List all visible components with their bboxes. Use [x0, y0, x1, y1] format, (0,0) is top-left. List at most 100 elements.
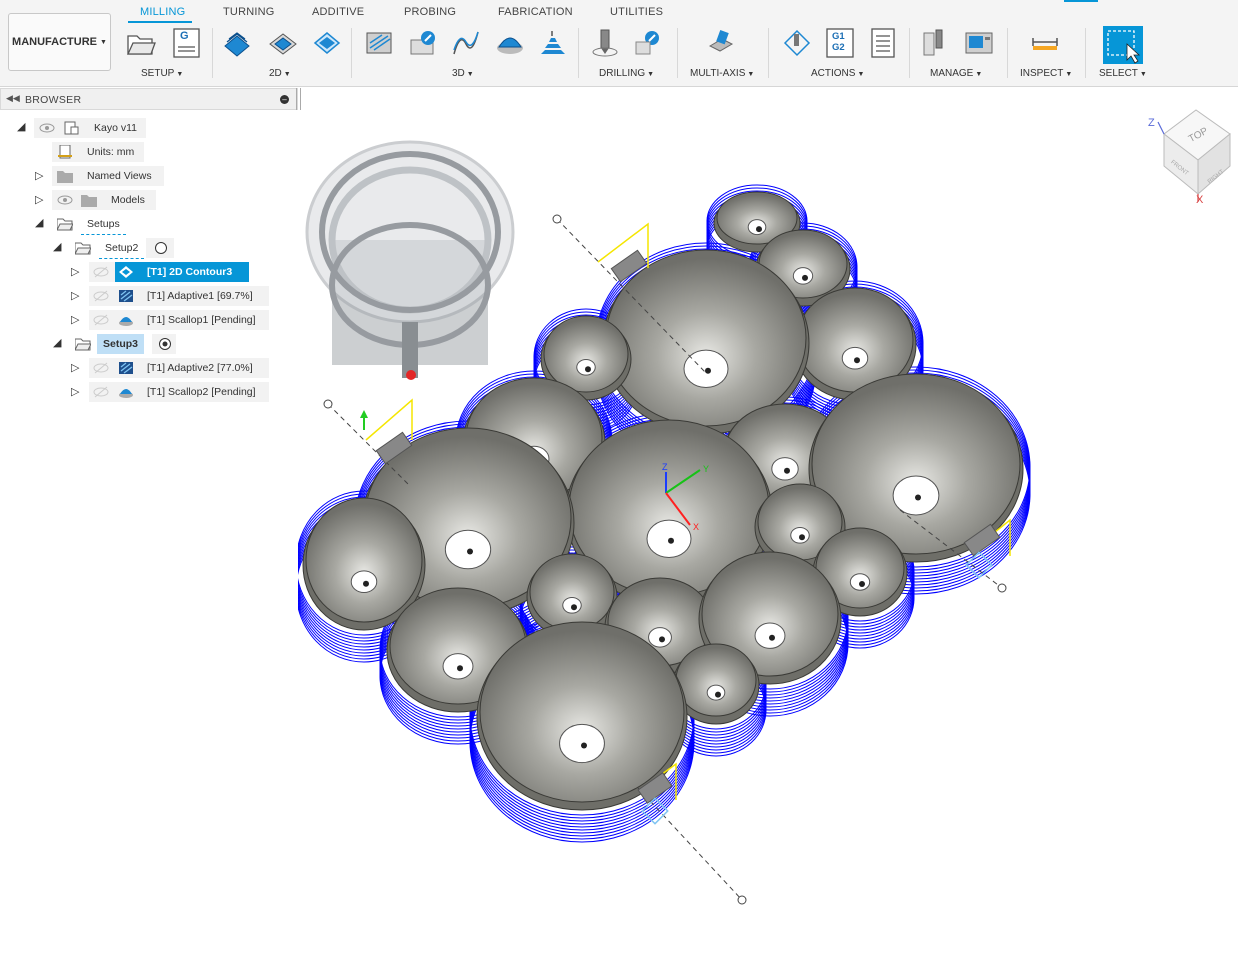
hidden-eye-icon[interactable]: [93, 265, 109, 279]
face-icon[interactable]: [312, 28, 342, 58]
tab-milling[interactable]: MILLING: [140, 6, 185, 18]
tree-op-2d-contour3[interactable]: ▷ [T1] 2D Contour3: [0, 262, 298, 282]
inactive-setup-radio-icon[interactable]: [153, 241, 169, 255]
funnel-body: [529, 553, 615, 631]
tree-units[interactable]: Units: mm: [0, 142, 298, 162]
ribbon-accent-bar: [1064, 0, 1098, 2]
op-label: [T1] Scallop2 [Pending]: [147, 386, 256, 398]
setup-group-label[interactable]: SETUP ▼: [141, 68, 183, 79]
tab-turning[interactable]: TURNING: [223, 6, 275, 18]
funnel-body: [543, 315, 629, 393]
op-label: [T1] Adaptive2 [77.0%]: [147, 362, 253, 374]
toolbar-separator: [909, 28, 910, 78]
parallel-icon[interactable]: [451, 28, 481, 58]
tree-setup3[interactable]: ◢ Setup3: [0, 334, 298, 354]
contour-icon[interactable]: [538, 28, 568, 58]
tree-op-adaptive1[interactable]: ▷ [T1] Adaptive1 [69.7%]: [0, 286, 298, 306]
funnel-center-dot: [363, 580, 369, 587]
minimize-icon[interactable]: –: [280, 95, 289, 104]
tree-root[interactable]: ◢ Kayo v11: [0, 118, 298, 138]
collapsed-triangle-icon[interactable]: ▷: [71, 265, 79, 278]
viewcube-z-axis: Z: [1148, 117, 1155, 129]
hidden-eye-icon[interactable]: [93, 361, 109, 375]
3d-viewport-canvas[interactable]: Y X Z: [298, 86, 1238, 958]
tree-op-scallop1[interactable]: ▷ [T1] Scallop1 [Pending]: [0, 310, 298, 330]
adaptive-op-icon: [119, 290, 133, 302]
triad-z-label: Z: [662, 462, 668, 472]
scallop-icon[interactable]: [495, 28, 525, 58]
collapsed-triangle-icon[interactable]: ▷: [35, 169, 43, 182]
units-document-icon: [58, 145, 72, 159]
hidden-eye-icon[interactable]: [93, 385, 109, 399]
hidden-eye-icon[interactable]: [93, 289, 109, 303]
eye-icon[interactable]: [57, 193, 73, 207]
collapsed-triangle-icon[interactable]: ▷: [71, 289, 79, 302]
adaptive-op-icon: [119, 362, 133, 374]
toolbar-separator: [1007, 28, 1008, 78]
manage-group-label[interactable]: MANAGE ▼: [930, 68, 982, 79]
funnel-body: [305, 497, 423, 623]
2d-pocket-icon[interactable]: [268, 28, 298, 58]
drill-icon[interactable]: [590, 28, 620, 58]
document-icon: [64, 121, 79, 135]
collapsed-triangle-icon[interactable]: ▷: [71, 313, 79, 326]
funnel-center-dot: [769, 634, 775, 641]
viewcube[interactable]: TOP FRONT RIGHT Z X: [1144, 104, 1234, 208]
tab-utilities[interactable]: UTILITIES: [610, 6, 663, 18]
hole-recognition-icon[interactable]: [633, 28, 663, 58]
eye-icon[interactable]: [39, 121, 55, 135]
hidden-eye-icon[interactable]: [93, 313, 109, 327]
funnel-center-dot: [799, 534, 805, 541]
new-setup-folder-icon[interactable]: [126, 28, 156, 58]
workspace-switcher-button[interactable]: MANUFACTURE ▼: [8, 13, 111, 71]
tree-op-adaptive2[interactable]: ▷ [T1] Adaptive2 [77.0%]: [0, 358, 298, 378]
scallop-op-icon: [119, 389, 133, 398]
drilling-group-label[interactable]: DRILLING ▼: [599, 68, 654, 79]
funnel-center-dot: [467, 548, 473, 555]
3d-pocket-icon[interactable]: [408, 28, 438, 58]
tab-fabrication[interactable]: FABRICATION: [498, 6, 573, 18]
funnel-body: [675, 643, 757, 717]
expanded-triangle-icon[interactable]: ◢: [53, 240, 61, 253]
open-folder-icon: [75, 338, 91, 351]
select-icon[interactable]: [1103, 26, 1143, 64]
viewcube-x-axis: X: [1196, 194, 1204, 206]
3d-group-label[interactable]: 3D ▼: [452, 68, 474, 79]
select-group-label[interactable]: SELECT ▼: [1099, 68, 1147, 79]
triad-y-label: Y: [703, 464, 709, 474]
expanded-triangle-icon[interactable]: ◢: [17, 120, 25, 133]
tab-additive[interactable]: ADDITIVE: [312, 6, 364, 18]
expanded-triangle-icon[interactable]: ◢: [53, 336, 61, 349]
tree-op-scallop2[interactable]: ▷ [T1] Scallop2 [Pending]: [0, 382, 298, 402]
actions-group-label[interactable]: ACTIONS ▼: [811, 68, 864, 79]
collapsed-triangle-icon[interactable]: ▷: [71, 361, 79, 374]
funnel-center-dot: [859, 581, 865, 587]
collapsed-triangle-icon[interactable]: ▷: [71, 385, 79, 398]
setup2-label: Setup2: [99, 238, 145, 259]
expanded-triangle-icon[interactable]: ◢: [35, 216, 43, 229]
2d-group-label[interactable]: 2D ▼: [269, 68, 291, 79]
toolbar-separator: [677, 28, 678, 78]
machine-library-icon[interactable]: [964, 28, 994, 58]
measure-icon[interactable]: [1030, 28, 1060, 58]
toolbar-separator: [768, 28, 769, 78]
tree-named-views[interactable]: ▷ Named Views: [0, 166, 298, 186]
collapse-panel-icon[interactable]: ◀◀: [6, 93, 20, 104]
multi-axis-group-label[interactable]: MULTI-AXIS ▼: [690, 68, 754, 79]
3d-adaptive-icon[interactable]: [364, 28, 394, 58]
tree-setup2[interactable]: ◢ Setup2: [0, 238, 298, 259]
tree-models[interactable]: ▷ Models: [0, 190, 298, 210]
browser-title: BROWSER: [25, 94, 82, 106]
simulate-icon[interactable]: [782, 28, 812, 58]
inspect-group-label[interactable]: INSPECT ▼: [1020, 68, 1072, 79]
2d-adaptive-icon[interactable]: [222, 28, 252, 58]
active-setup-radio-icon[interactable]: [157, 337, 173, 351]
tree-setups[interactable]: ◢ Setups: [0, 214, 298, 235]
funnel-body: [479, 621, 685, 803]
multi-axis-icon[interactable]: [706, 28, 736, 58]
tool-library-icon[interactable]: [921, 28, 951, 58]
setup-sheet-icon[interactable]: [868, 28, 898, 58]
root-label: Kayo v11: [94, 122, 137, 134]
collapsed-triangle-icon[interactable]: ▷: [35, 193, 43, 206]
tab-probing[interactable]: PROBING: [404, 6, 456, 18]
